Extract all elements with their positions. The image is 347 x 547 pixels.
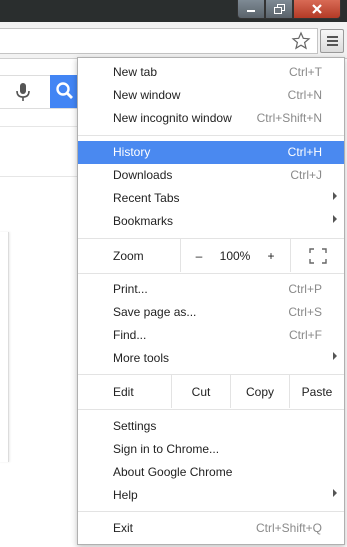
menu-item-shortcut: Ctrl+H [287, 145, 322, 159]
menu-item-help[interactable]: Help [78, 484, 344, 507]
menu-item-label: History [113, 145, 151, 159]
menu-item-recent-tabs[interactable]: Recent Tabs [78, 187, 344, 210]
menu-item-shortcut: Ctrl+S [288, 305, 322, 319]
zoom-out-button[interactable]: – [186, 239, 212, 272]
menu-item-label: Bookmarks [113, 214, 174, 228]
menu-item-shortcut: Ctrl+N [287, 88, 322, 102]
close-window-button[interactable] [293, 0, 341, 19]
menu-item-save-page-as[interactable]: Save page as... Ctrl+S [78, 301, 344, 324]
menu-item-shortcut: Ctrl+J [290, 168, 322, 182]
hamburger-line [327, 40, 338, 42]
submenu-arrow-icon [333, 192, 337, 200]
zoom-label: Zoom [113, 249, 144, 263]
menu-item-find[interactable]: Find... Ctrl+F [78, 324, 344, 347]
hamburger-menu-icon [327, 36, 338, 38]
menu-item-label: Print... [113, 282, 148, 296]
minimize-button[interactable] [237, 0, 265, 19]
hamburger-line [327, 44, 338, 46]
fullscreen-button[interactable] [291, 239, 344, 272]
menu-item-label: Save page as... [113, 305, 197, 319]
zoom-level: 100% [219, 248, 251, 263]
microphone-icon[interactable] [14, 82, 32, 102]
menu-item-label: Exit [113, 521, 134, 535]
edit-label: Edit [113, 385, 134, 399]
menu-item-more-tools[interactable]: More tools [78, 347, 344, 370]
menu-item-label: New incognito window [113, 111, 232, 125]
menu-item-label: More tools [113, 351, 170, 365]
menu-item-label: New tab [113, 65, 158, 79]
menu-item-shortcut: Ctrl+P [288, 282, 322, 296]
menu-item-history[interactable]: History Ctrl+H [78, 141, 344, 164]
menu-item-label: Settings [113, 419, 157, 433]
cut-button[interactable]: Cut [172, 375, 230, 408]
star-icon[interactable] [291, 31, 311, 51]
paste-button[interactable]: Paste [290, 375, 344, 408]
menu-item-label: About Google Chrome [113, 465, 233, 479]
menu-item-downloads[interactable]: Downloads Ctrl+J [78, 164, 344, 187]
address-bar[interactable] [0, 28, 318, 54]
edit-row: Edit Cut Copy Paste [78, 375, 344, 408]
maximize-button[interactable] [265, 0, 293, 19]
window-controls [237, 0, 341, 19]
chrome-menu-button[interactable] [320, 29, 344, 53]
divider [0, 126, 80, 127]
menu-item-label: Recent Tabs [113, 191, 180, 205]
menu-item-label: Find... [113, 328, 147, 342]
copy-button[interactable]: Copy [231, 375, 289, 408]
menu-item-exit[interactable]: Exit Ctrl+Shift+Q [78, 517, 344, 540]
menu-separator [78, 511, 344, 512]
submenu-arrow-icon [333, 489, 337, 497]
minimize-icon [247, 10, 255, 12]
zoom-in-button[interactable]: + [258, 239, 284, 272]
menu-item-label: Downloads [113, 168, 173, 182]
menu-item-label: Sign in to Chrome... [113, 442, 220, 456]
page-card [0, 232, 9, 462]
menu-item-bookmarks[interactable]: Bookmarks [78, 210, 344, 233]
menu-item-shortcut: Ctrl+Shift+Q [255, 521, 322, 535]
page-search-button[interactable] [50, 75, 80, 108]
chrome-menu: New tab Ctrl+T New window Ctrl+N New inc… [77, 57, 345, 545]
submenu-arrow-icon [333, 352, 337, 360]
menu-item-settings[interactable]: Settings [78, 415, 344, 438]
divider [180, 239, 181, 272]
submenu-arrow-icon [333, 215, 337, 223]
menu-separator [78, 135, 344, 136]
zoom-row: Zoom – 100% + [78, 239, 344, 272]
window-titlebar [0, 0, 347, 22]
menu-separator [78, 409, 344, 410]
close-icon [312, 4, 322, 14]
menu-item-shortcut: Ctrl+T [289, 65, 322, 79]
menu-item-new-tab[interactable]: New tab Ctrl+T [78, 61, 344, 84]
maximize-icon [273, 4, 285, 14]
menu-separator [78, 273, 344, 274]
menu-item-print[interactable]: Print... Ctrl+P [78, 278, 344, 301]
menu-item-new-incognito-window[interactable]: New incognito window Ctrl+Shift+N [78, 107, 344, 130]
menu-item-new-window[interactable]: New window Ctrl+N [78, 84, 344, 107]
menu-item-shortcut: Ctrl+F [289, 328, 322, 342]
menu-item-sign-in[interactable]: Sign in to Chrome... [78, 438, 344, 461]
fullscreen-icon [308, 247, 327, 264]
menu-item-label: New window [113, 88, 181, 102]
menu-item-label: Help [113, 488, 138, 502]
menu-item-about[interactable]: About Google Chrome [78, 461, 344, 484]
divider [0, 176, 80, 177]
menu-item-shortcut: Ctrl+Shift+N [256, 111, 322, 125]
search-icon [56, 82, 73, 99]
